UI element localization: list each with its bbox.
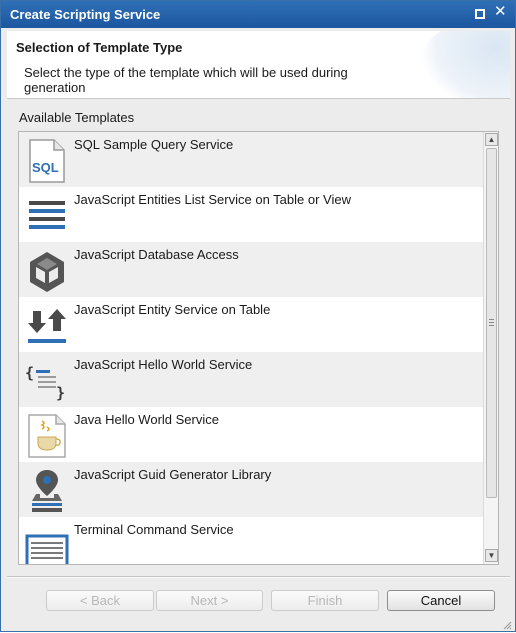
list-item[interactable]: { } JavaScript Hello World Service — [19, 352, 483, 407]
list-item[interactable]: Java Hello World Service — [19, 407, 483, 462]
list-item-label: JavaScript Guid Generator Library — [74, 467, 272, 482]
list-item[interactable]: Terminal Command Service — [19, 517, 483, 564]
list-item[interactable]: JavaScript Entities List Service on Tabl… — [19, 187, 483, 242]
header-decoration — [420, 31, 510, 98]
wizard-body: Available Templates SQL SQL Sample Query… — [7, 100, 510, 574]
scroll-up-arrow-icon[interactable]: ▲ — [485, 133, 498, 146]
scrollbar-thumb[interactable] — [486, 148, 497, 498]
terminal-icon — [24, 523, 70, 564]
list-item[interactable]: SQL SQL Sample Query Service — [19, 132, 483, 187]
list-item[interactable]: JavaScript Guid Generator Library — [19, 462, 483, 517]
resize-grip-icon[interactable] — [502, 618, 512, 630]
braces-document-icon: { } — [24, 358, 70, 404]
page-description: Select the type of the template which wi… — [24, 65, 348, 95]
footer-separator — [7, 576, 510, 578]
transfer-arrows-icon — [24, 303, 70, 349]
svg-text:}: } — [56, 384, 65, 402]
list-item[interactable]: JavaScript Database Access — [19, 242, 483, 297]
cancel-button[interactable]: Cancel — [387, 590, 495, 611]
svg-text:{: { — [25, 364, 34, 382]
close-icon[interactable]: ✕ — [494, 4, 507, 19]
next-button[interactable]: Next > — [156, 590, 263, 611]
available-templates-label: Available Templates — [19, 110, 135, 125]
scroll-down-arrow-icon[interactable]: ▼ — [485, 549, 498, 562]
list-item-label: JavaScript Database Access — [74, 247, 239, 262]
maximize-icon[interactable] — [475, 9, 485, 19]
svg-text:SQL: SQL — [32, 160, 59, 175]
back-button[interactable]: < Back — [46, 590, 154, 611]
list-item-label: JavaScript Entities List Service on Tabl… — [74, 192, 351, 207]
window-title: Create Scripting Service — [10, 7, 161, 22]
database-cube-icon — [24, 248, 70, 294]
finish-button[interactable]: Finish — [271, 590, 379, 611]
list-item-label: JavaScript Hello World Service — [74, 357, 253, 372]
title-bar[interactable]: Create Scripting Service ✕ — [1, 1, 515, 28]
list-item-label: Terminal Command Service — [74, 522, 234, 537]
create-scripting-service-dialog: Create Scripting Service ✕ Selection of … — [0, 0, 516, 632]
page-title: Selection of Template Type — [16, 40, 183, 55]
location-pin-icon — [24, 468, 70, 514]
list-item-label: JavaScript Entity Service on Table — [74, 302, 271, 317]
list-item-label: SQL Sample Query Service — [74, 137, 234, 152]
java-cup-icon — [24, 413, 70, 459]
vertical-scrollbar[interactable]: ▲ ▼ — [483, 132, 498, 564]
templates-list[interactable]: SQL SQL Sample Query Service JavaScript … — [18, 131, 499, 565]
list-icon — [24, 193, 70, 239]
wizard-header: Selection of Template Type Select the ty… — [7, 31, 510, 99]
list-item[interactable]: JavaScript Entity Service on Table — [19, 297, 483, 352]
scrollbar-grip-icon — [489, 319, 494, 326]
list-item-label: Java Hello World Service — [74, 412, 219, 427]
sql-file-icon: SQL — [24, 138, 70, 184]
